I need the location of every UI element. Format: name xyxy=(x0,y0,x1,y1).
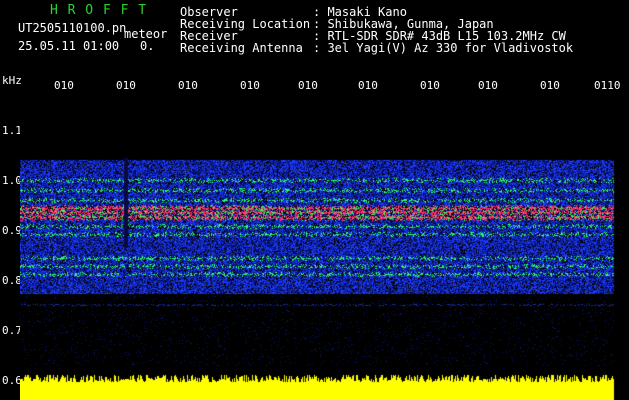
count-label: 0. xyxy=(140,39,155,53)
y-tick-0-6: 0.6 xyxy=(2,374,22,387)
antenna-value: : 3el Yagi(V) Az 330 for Vladivostok xyxy=(313,41,574,55)
x-tick: 010 xyxy=(298,79,318,92)
x-tick: 010 xyxy=(54,79,74,92)
spectrogram-canvas xyxy=(20,96,620,400)
x-tick: 010 xyxy=(240,79,260,92)
app-title: H R O F F T xyxy=(50,3,148,18)
x-tick: 010 xyxy=(420,79,440,92)
x-tick: 0110 xyxy=(594,79,621,92)
filename-label: UT2505110100.pn xyxy=(18,21,127,35)
y-axis-unit: kHz xyxy=(2,74,22,87)
antenna-label: Receiving Antenna xyxy=(180,41,303,55)
x-tick: 010 xyxy=(540,79,560,92)
x-tick: 010 xyxy=(178,79,198,92)
x-tick: 010 xyxy=(116,79,136,92)
x-tick: 010 xyxy=(478,79,498,92)
datetime-label: 25.05.11 01:00 xyxy=(18,39,120,53)
x-tick: 010 xyxy=(358,79,378,92)
